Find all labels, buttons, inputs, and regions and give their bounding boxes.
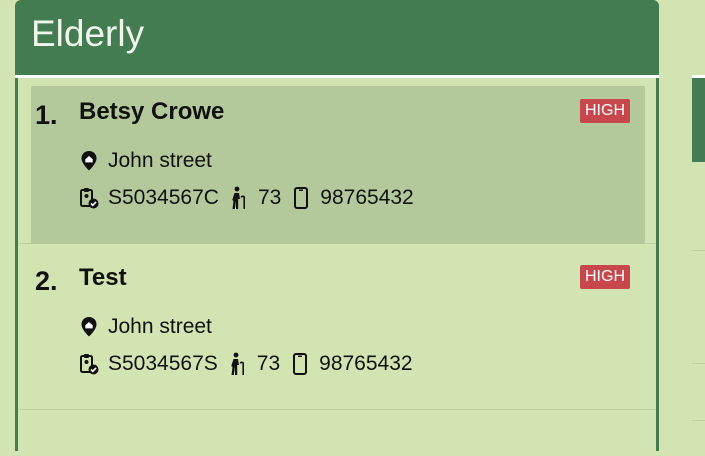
- age-text: 73: [257, 186, 282, 209]
- elderly-list[interactable]: 1. Betsy Crowe HIGH John street S5034567…: [15, 78, 659, 451]
- address-row: John street: [79, 314, 212, 340]
- location-pin-icon: [79, 149, 99, 173]
- list-item[interactable]: [18, 416, 656, 456]
- address-text: John street: [108, 149, 212, 172]
- nric-text: S5034567S: [108, 352, 218, 375]
- info-row: S5034567S 73 98765432: [79, 351, 413, 377]
- address-text: John street: [108, 315, 212, 338]
- address-row: John street: [79, 148, 212, 174]
- id-card-icon: [79, 352, 99, 376]
- elderly-panel: Elderly 1. Betsy Crowe HIGH John street …: [15, 0, 659, 451]
- item-index: 2.: [35, 266, 58, 296]
- elderly-name: Betsy Crowe: [79, 98, 225, 125]
- list-item[interactable]: 1. Betsy Crowe HIGH John street S5034567…: [18, 78, 656, 244]
- elderly-person-icon: [228, 352, 248, 376]
- nric-text: S5034567C: [108, 186, 219, 209]
- priority-badge: HIGH: [580, 265, 630, 289]
- location-pin-icon: [79, 315, 99, 339]
- elderly-person-icon: [229, 186, 249, 210]
- phone-text: 98765432: [319, 352, 413, 375]
- panel-header: Elderly: [15, 0, 659, 75]
- phone-icon: [290, 352, 310, 376]
- adjacent-panel-edge: [692, 0, 705, 451]
- elderly-name: Test: [79, 264, 127, 291]
- info-row: S5034567C 73 98765432: [79, 185, 414, 211]
- panel-title: Elderly: [31, 13, 145, 54]
- id-card-icon: [79, 186, 99, 210]
- phone-icon: [291, 186, 311, 210]
- age-text: 73: [256, 352, 281, 375]
- phone-text: 98765432: [320, 186, 414, 209]
- list-item[interactable]: 2. Test HIGH John street S5034567S 73 98…: [18, 244, 656, 410]
- item-index: 1.: [35, 100, 58, 130]
- priority-badge: HIGH: [580, 99, 630, 123]
